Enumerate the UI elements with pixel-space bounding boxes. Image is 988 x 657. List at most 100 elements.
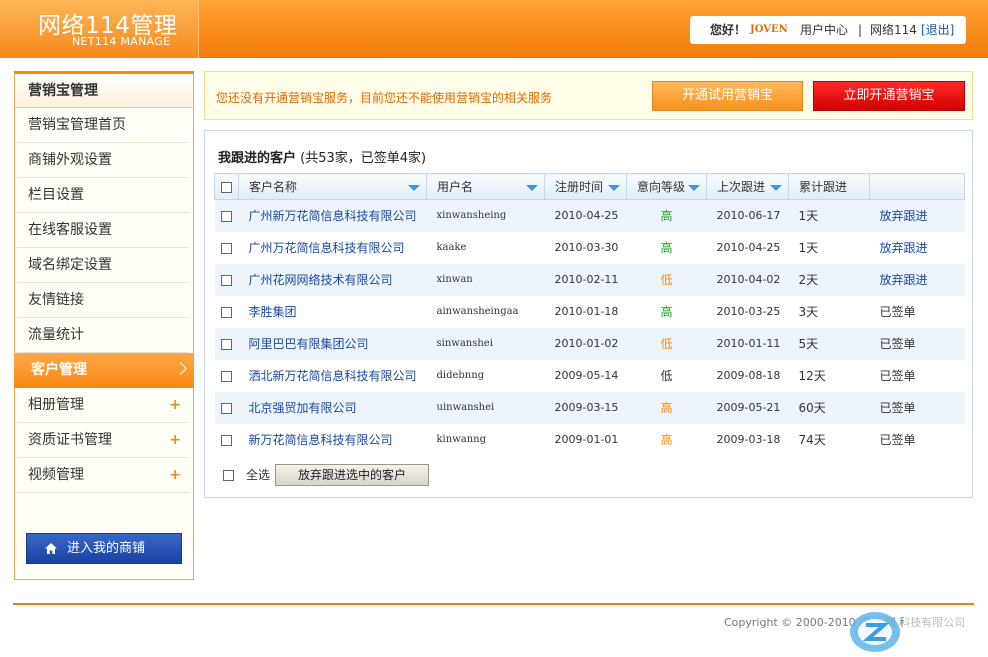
reg-date: 2010-01-18 <box>554 305 619 318</box>
select-all-checkbox[interactable] <box>221 181 232 193</box>
intent-level: 高 <box>660 305 673 319</box>
customer-name[interactable]: 阿里巴巴有限集团公司 <box>238 327 427 360</box>
row-checkbox-cell <box>215 424 239 456</box>
intent-level-cell: 低 <box>626 327 707 360</box>
sidebar-item[interactable]: 视频管理 + <box>17 458 189 493</box>
sidebar-item[interactable]: 友情链接 <box>17 283 189 318</box>
customer-name[interactable]: 洒北新万花简信息科技有限公司 <box>239 360 427 392</box>
row-checkbox[interactable] <box>221 370 232 382</box>
customer-name[interactable]: 广州花网网络技术有限公司 <box>238 263 427 296</box>
col-intent-level[interactable]: 意向等级 <box>626 173 707 200</box>
row-checkbox-cell <box>214 327 239 360</box>
net114-link[interactable]: 网络114 <box>870 16 917 44</box>
sidebar-item[interactable]: 资质证书管理 + <box>17 423 189 458</box>
table-row: 洒北新万花简信息科技有限公司 didebnng 2009-05-14 低 2009-08… <box>215 360 965 392</box>
separator: | <box>858 23 863 37</box>
user-center-link[interactable]: 用户中心 <box>800 16 848 44</box>
open-now-button[interactable]: 立即开通营销宝 <box>813 81 965 111</box>
row-checkbox-cell <box>215 296 239 328</box>
abandon-follow-link[interactable]: 放弃跟进 <box>880 209 928 223</box>
sidebar-item[interactable]: 栏目设置 <box>17 178 189 213</box>
total-follow: 5天 <box>788 327 870 360</box>
sidebar-item-label: 友情链接 <box>28 292 84 308</box>
expand-plus-icon[interactable]: + <box>169 423 181 458</box>
reg-date: 2010-02-11 <box>544 263 627 296</box>
intent-level-cell: 高 <box>627 424 707 456</box>
enter-shop-button[interactable]: 进入我的商铺 <box>26 533 182 564</box>
intent-level: 高 <box>660 209 673 224</box>
col-reg-date[interactable]: 注册时间 <box>544 173 627 200</box>
sidebar-item[interactable]: 营销宝管理首页 <box>17 108 189 143</box>
sidebar-item[interactable]: 相册管理 + <box>17 388 189 423</box>
sidebar-item-label: 视频管理 <box>28 467 84 483</box>
intent-level: 高 <box>660 241 673 255</box>
table-header-row: 客户名称 用户名 注册时间 意向等级 上次跟进 累计跟进 <box>214 173 965 200</box>
row-checkbox-cell <box>215 360 239 392</box>
row-checkbox[interactable] <box>221 402 232 414</box>
total-follow: 2天 <box>788 263 870 296</box>
expand-plus-icon[interactable]: + <box>169 458 181 493</box>
customer-username: kinwanng <box>436 434 487 445</box>
reg-date: 2010-01-02 <box>544 327 627 360</box>
col-username[interactable]: 用户名 <box>426 173 545 200</box>
last-follow-date: 2010-04-02 <box>706 263 789 296</box>
sidebar: 营销宝管理 营销宝管理首页 商铺外观设置 栏目设置 在线客服设置 域名绑定设置 友情链接流… <box>14 71 194 580</box>
expand-plus-icon[interactable]: + <box>169 388 181 423</box>
customer-name[interactable]: 新万花简信息科技有限公司 <box>239 424 427 456</box>
customer-name[interactable]: 北京强贸加有限公司 <box>238 391 427 424</box>
sort-arrow-icon[interactable] <box>526 185 538 191</box>
table-row: 北京强贸加有限公司 uinwanshei 2009-03-15 高 2009-05-21… <box>214 391 965 424</box>
sidebar-item[interactable]: 客户管理 <box>14 353 194 388</box>
sort-arrow-icon[interactable] <box>608 185 620 191</box>
col-customer-name[interactable]: 客户名称 <box>238 173 427 200</box>
greeting: 您好！ <box>710 23 747 37</box>
row-checkbox[interactable] <box>221 306 232 318</box>
intent-level: 低 <box>660 273 673 287</box>
reg-date: 2010-03-30 <box>554 241 619 254</box>
sort-arrow-icon[interactable] <box>770 185 782 191</box>
logo[interactable]: 网络114管理 NET114 MANAGE <box>0 0 199 58</box>
row-checkbox[interactable] <box>221 242 232 254</box>
customer-name[interactable]: 李胜集团 <box>239 296 427 328</box>
select-all-bottom-checkbox[interactable] <box>223 470 234 481</box>
enter-shop-label: 进入我的商铺 <box>67 541 146 556</box>
abandon-follow-link[interactable]: 放弃跟进 <box>880 273 928 287</box>
abandon-selected-button[interactable]: 放弃跟进选中的客户 <box>275 464 429 486</box>
customer-username: uinwanshei <box>426 391 545 424</box>
reg-date: 2010-04-25 <box>544 199 627 232</box>
sidebar-item-label: 商铺外观设置 <box>28 152 112 168</box>
sidebar-item[interactable]: 域名绑定设置 <box>17 248 189 283</box>
col-last-follow[interactable]: 上次跟进 <box>706 173 789 200</box>
last-follow-date: 2009-05-21 <box>706 391 789 424</box>
col-total-follow: 累计跟进 <box>788 173 870 200</box>
signed-status: 已签单 <box>879 433 916 447</box>
sidebar-item[interactable]: 在线客服设置 <box>17 213 189 248</box>
signed-status: 已签单 <box>879 401 916 415</box>
col-action <box>869 173 965 200</box>
sidebar-item[interactable]: 流量统计 <box>17 318 189 353</box>
sidebar-item-label: 相册管理 <box>28 397 84 413</box>
row-checkbox[interactable] <box>221 338 232 350</box>
sidebar-item-label: 域名绑定设置 <box>28 257 112 273</box>
sort-arrow-icon[interactable] <box>688 185 700 191</box>
signed-status: 已签单 <box>879 337 916 351</box>
customer-name[interactable]: 广州万花简信息科技有限公司 <box>239 232 427 264</box>
row-action-cell: 放弃跟进 <box>870 232 965 264</box>
trial-button[interactable]: 开通试用营销宝 <box>652 81 803 111</box>
customer-name[interactable]: 广州新万花简信息科技有限公司 <box>238 199 427 232</box>
row-action-cell: 放弃跟进 <box>869 199 965 232</box>
panel-summary: (共53家，已签单4家) <box>300 151 427 166</box>
total-follow: 1天 <box>788 199 870 232</box>
intent-level: 低 <box>660 369 673 383</box>
notice-text: 您还没有开通营销宝服务，目前您还不能使用营销宝的相关服务 <box>216 91 553 105</box>
sidebar-item-label: 资质证书管理 <box>28 432 112 448</box>
last-follow-date: 2009-03-18 <box>716 433 781 446</box>
row-checkbox[interactable] <box>221 434 232 446</box>
logout-link[interactable]: [退出] <box>921 16 954 44</box>
table-row: 广州万花简信息科技有限公司 kaake 2010-03-30 高 2010-04-25 1… <box>215 232 965 264</box>
sort-arrow-icon[interactable] <box>408 185 420 191</box>
row-checkbox[interactable] <box>221 274 232 286</box>
row-checkbox[interactable] <box>221 210 232 222</box>
sidebar-item[interactable]: 商铺外观设置 <box>17 143 189 178</box>
abandon-follow-link[interactable]: 放弃跟进 <box>880 241 928 255</box>
